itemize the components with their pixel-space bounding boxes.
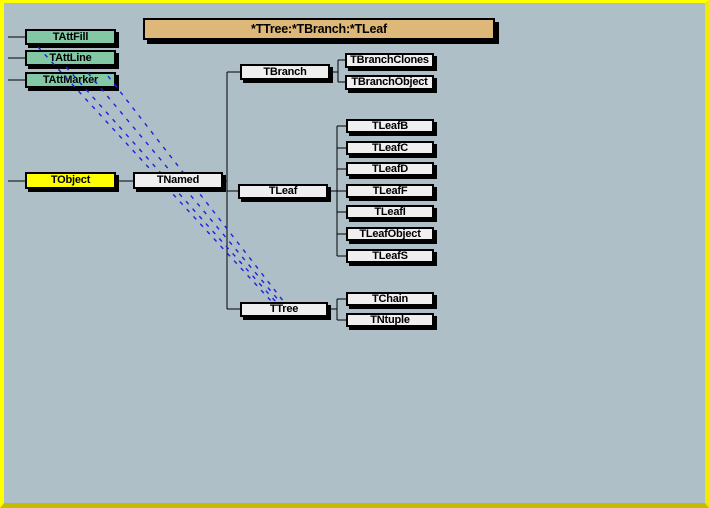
class-hierarchy-canvas: *TTree:*TBranch:*TLeaf TAttFill TAttLine T… [0, 0, 709, 508]
node-tattmarker[interactable]: TAttMarker [25, 72, 116, 88]
node-tleaff[interactable]: TLeafF [346, 184, 434, 198]
node-tleafc[interactable]: TLeafC [346, 141, 434, 155]
node-tleaf[interactable]: TLeaf [238, 184, 328, 199]
node-tbranchclones[interactable]: TBranchClones [345, 53, 434, 68]
diagram-title-box: *TTree:*TBranch:*TLeaf [143, 18, 495, 40]
node-tnamed[interactable]: TNamed [133, 172, 223, 189]
node-tleafd[interactable]: TLeafD [346, 162, 434, 176]
node-tbranchobject[interactable]: TBranchObject [345, 75, 434, 90]
node-tleafi[interactable]: TLeafI [346, 205, 434, 219]
node-tobject[interactable]: TObject [25, 172, 116, 189]
node-tleafs[interactable]: TLeafS [346, 249, 434, 263]
node-tchain[interactable]: TChain [346, 292, 434, 306]
node-tbranch[interactable]: TBranch [240, 64, 330, 80]
node-tleafb[interactable]: TLeafB [346, 119, 434, 133]
node-ttree[interactable]: TTree [240, 302, 328, 317]
node-tattline[interactable]: TAttLine [25, 50, 116, 66]
node-tntuple[interactable]: TNtuple [346, 313, 434, 327]
node-tattfill[interactable]: TAttFill [25, 29, 116, 45]
node-tleafobject[interactable]: TLeafObject [346, 227, 434, 241]
